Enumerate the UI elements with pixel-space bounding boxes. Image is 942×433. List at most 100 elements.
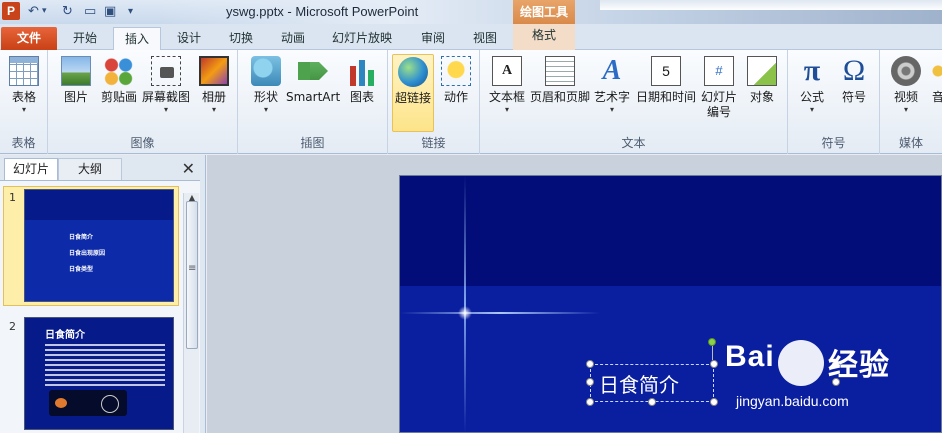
dropdown-arrow-icon: ▾	[163, 105, 168, 114]
resize-handle[interactable]	[710, 398, 718, 406]
rotation-handle[interactable]	[708, 338, 716, 346]
ribbon: 表格 ▾ 表格 图片 剪贴画 屏幕截图 ▾ 相册 ▾ 图像 形状 ▾ Smart…	[0, 50, 942, 154]
slide-number-1: 1	[9, 191, 16, 204]
group-images: 图片 剪贴画 屏幕截图 ▾ 相册 ▾ 图像	[48, 50, 238, 154]
group-links: 超链接 动作 链接	[388, 50, 480, 154]
redo-icon[interactable]: ↻	[62, 3, 73, 20]
light-beam-vertical	[464, 176, 466, 432]
current-slide[interactable]: 日食简介	[399, 175, 942, 433]
video-button[interactable]: 视频 ▾	[884, 54, 928, 126]
resize-handle[interactable]	[586, 360, 594, 368]
powerpoint-app-icon[interactable]: P	[2, 2, 20, 20]
slide-thumbnail-2[interactable]: 日食简介	[24, 317, 174, 430]
audio-icon	[931, 56, 942, 86]
action-button[interactable]: 动作	[434, 54, 478, 126]
group-media: 视频 ▾ 音 媒体	[880, 50, 942, 154]
dropdown-arrow-icon: ▾	[21, 105, 26, 114]
tab-animations[interactable]: 动画	[270, 27, 316, 50]
thumb-line: 日食简介	[69, 234, 94, 241]
resize-handle[interactable]	[710, 360, 718, 368]
thumbnail-scrollbar[interactable]: ▲ ≡	[183, 193, 199, 433]
table-button[interactable]: 表格 ▾	[2, 54, 46, 126]
thumb-title: 日食简介	[45, 330, 85, 341]
baidu-watermark: Bai	[725, 340, 775, 373]
star-flare	[458, 306, 472, 320]
customize-qat-icon[interactable]: ▾	[128, 3, 133, 20]
tab-review[interactable]: 审阅	[410, 27, 456, 50]
pi-formula-icon: π	[803, 54, 821, 87]
title-textbox[interactable]: 日食简介	[590, 364, 714, 402]
group-label-images: 图像	[130, 136, 155, 150]
chart-button[interactable]: 图表	[340, 54, 384, 126]
slide-thumbnails: 1 日食简介 日食出现原因 日食类型 2 日食简介 ▲ ≡	[0, 180, 200, 433]
object-button[interactable]: 对象	[742, 54, 782, 126]
formula-button[interactable]: π 公式 ▾	[790, 54, 834, 126]
tab-format[interactable]: 格式	[513, 24, 575, 50]
picture-button[interactable]: 图片	[54, 54, 98, 126]
date-time-button[interactable]: 5 日期和时间	[634, 54, 698, 126]
dropdown-arrow-icon: ▾	[903, 105, 908, 114]
slide-number-icon: #	[704, 56, 734, 86]
action-star-icon	[441, 56, 471, 86]
resize-handle[interactable]	[648, 398, 656, 406]
undo-icon[interactable]: ↶	[28, 3, 39, 20]
thumb-body-text	[45, 344, 165, 388]
slide-thumbnail-1[interactable]: 日食简介 日食出现原因 日食类型	[24, 189, 174, 302]
group-symbols: π 公式 ▾ Ω 符号 符号	[788, 50, 880, 154]
smartart-icon	[298, 62, 328, 80]
group-tables: 表格 ▾ 表格	[0, 50, 48, 154]
slide-number-2: 2	[9, 320, 16, 333]
ribbon-tabs: 文件 开始 插入 设计 切换 动画 幻灯片放映 审阅 视图 格式	[0, 24, 942, 51]
tab-outline-pane[interactable]: 大纲	[58, 158, 122, 180]
save-icon[interactable]: ▣	[104, 3, 116, 20]
baidu-paw-logo	[778, 340, 824, 386]
close-icon[interactable]: ✕	[182, 159, 195, 178]
audio-button[interactable]: 音	[930, 54, 942, 126]
resize-handle[interactable]	[586, 398, 594, 406]
slides-panel: 幻灯片 大纲 ✕ 1 日食简介 日食出现原因 日食类型 2 日食简介 ▲ ≡	[0, 155, 206, 433]
tab-file[interactable]: 文件	[1, 27, 57, 50]
drawing-tools-header: 绘图工具	[513, 0, 575, 24]
wordart-button[interactable]: A 艺术字 ▾	[592, 54, 632, 126]
tab-view[interactable]: 视图	[462, 27, 508, 50]
tab-slideshow[interactable]: 幻灯片放映	[324, 27, 400, 50]
screenshot-button[interactable]: 屏幕截图 ▾	[140, 54, 192, 126]
photo-album-button[interactable]: 相册 ▾	[192, 54, 236, 126]
tab-slides-pane[interactable]: 幻灯片	[4, 158, 58, 180]
resize-handle[interactable]	[586, 378, 594, 386]
smartart-button[interactable]: SmartArt	[286, 54, 340, 126]
window-title: yswg.pptx - Microsoft PowerPoint	[226, 4, 419, 19]
textbox-button[interactable]: A 文本框 ▾	[484, 54, 530, 126]
tab-home[interactable]: 开始	[62, 27, 108, 50]
undo-dropdown-icon[interactable]: ▾	[42, 3, 47, 20]
title-bar: P ↶ ▾ ↻ ▭ ▣ ▾ yswg.pptx - Microsoft Powe…	[0, 0, 942, 24]
film-reel-icon	[891, 56, 921, 86]
scroll-grip-icon: ≡	[188, 263, 197, 274]
tab-insert[interactable]: 插入	[113, 27, 161, 51]
hyperlink-button[interactable]: 超链接	[392, 54, 434, 132]
table-icon	[9, 56, 39, 86]
slide-number-button[interactable]: # 幻灯片 编号	[696, 54, 742, 126]
title-bar-blur	[600, 0, 942, 10]
group-label-media: 媒体	[898, 136, 923, 150]
thumb-eclipse-image	[49, 390, 127, 416]
tab-transitions[interactable]: 切换	[218, 27, 264, 50]
new-file-icon[interactable]: ▭	[84, 3, 96, 20]
group-illustrations: 形状 ▾ SmartArt 图表 插图	[238, 50, 388, 154]
shapes-button[interactable]: 形状 ▾	[244, 54, 288, 126]
object-icon	[747, 56, 777, 86]
omega-symbol-icon: Ω	[842, 54, 866, 87]
clipart-icon	[104, 56, 134, 86]
group-label-illustrations: 插图	[300, 136, 325, 150]
clipart-button[interactable]: 剪贴画	[94, 54, 144, 126]
photo-album-icon	[199, 56, 229, 86]
thumb-line: 日食类型	[69, 266, 94, 273]
group-label-links: 链接	[421, 136, 446, 150]
tab-design[interactable]: 设计	[166, 27, 212, 50]
dropdown-arrow-icon: ▾	[263, 105, 268, 114]
header-footer-button[interactable]: 页眉和页脚	[530, 54, 590, 126]
symbol-button[interactable]: Ω 符号	[832, 54, 876, 126]
scroll-thumb[interactable]: ≡	[186, 201, 198, 349]
textbox-icon: A	[492, 56, 522, 86]
slide-title[interactable]: 日食简介	[599, 369, 679, 398]
